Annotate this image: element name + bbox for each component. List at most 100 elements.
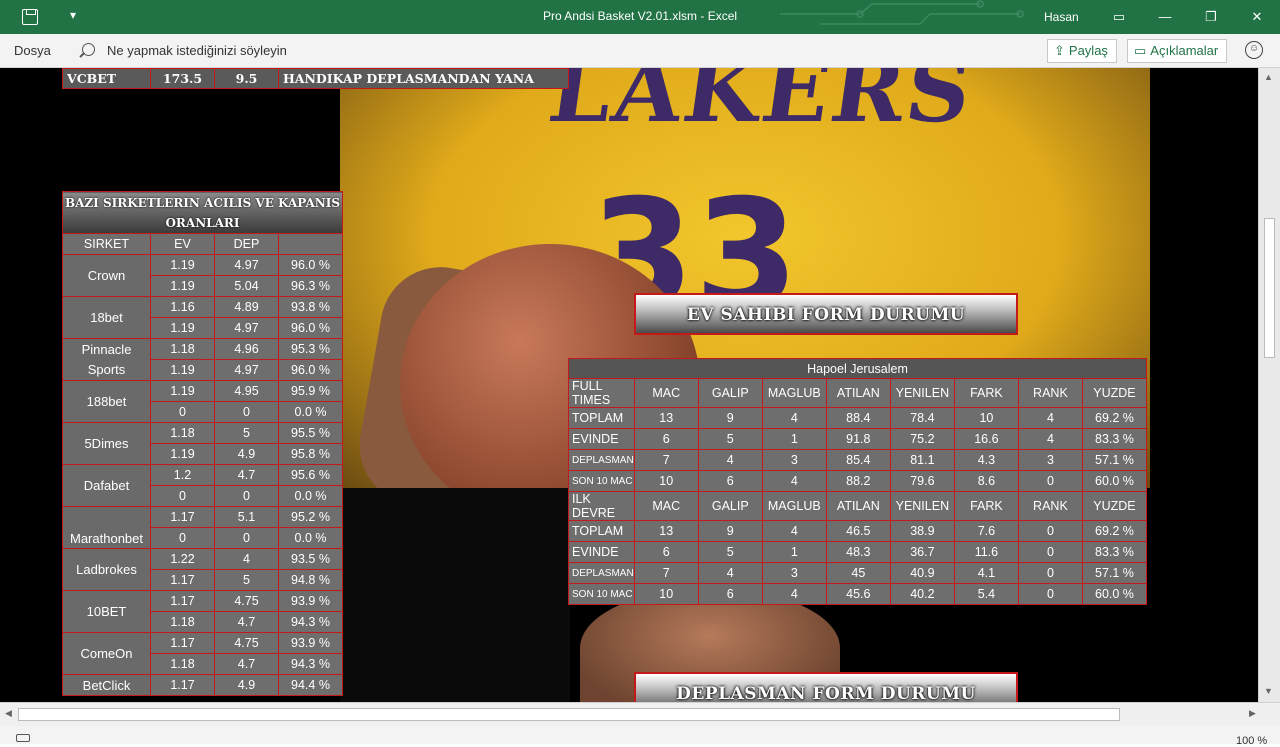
stat-cell[interactable]: 7.6: [953, 520, 1019, 542]
search-icon[interactable]: [82, 43, 95, 56]
company-name-cell[interactable]: BetClick: [62, 674, 151, 696]
odds-cell[interactable]: 1.19: [150, 443, 215, 465]
company-name-cell[interactable]: 188bet: [62, 380, 151, 423]
header-cell[interactable]: YUZDE: [1081, 378, 1148, 408]
odds-cell[interactable]: 0.0 %: [278, 485, 343, 507]
odds-cell[interactable]: 96.0 %: [278, 359, 343, 381]
header-cell[interactable]: FARK: [953, 378, 1019, 408]
maximize-icon[interactable]: ❐: [1200, 6, 1222, 28]
minimize-icon[interactable]: —: [1154, 6, 1176, 28]
odds-cell[interactable]: 1.17: [150, 506, 215, 528]
row-label-cell[interactable]: SON 10 MAC: [568, 470, 635, 492]
macro-recording-icon[interactable]: [16, 734, 30, 742]
home-form-banner[interactable]: EV SAHIBI FORM DURUMU: [634, 293, 1018, 335]
odds-cell[interactable]: 1.19: [150, 380, 215, 402]
tab-file[interactable]: Dosya: [14, 43, 51, 58]
stat-cell[interactable]: 40.9: [889, 562, 955, 584]
odds-cell[interactable]: 5: [214, 422, 279, 444]
odds-cell[interactable]: 1.22: [150, 548, 215, 570]
row-label-cell[interactable]: TOPLAM: [568, 407, 635, 429]
odds-cell[interactable]: 4.95: [214, 380, 279, 402]
odds-cell[interactable]: 1.19: [150, 317, 215, 339]
odds-cell[interactable]: 96.3 %: [278, 275, 343, 297]
stat-cell[interactable]: 3: [1017, 449, 1083, 471]
header-cell[interactable]: GALIP: [697, 378, 763, 408]
stat-cell[interactable]: 1: [761, 541, 827, 563]
odds-cell[interactable]: 94.3 %: [278, 611, 343, 633]
stat-cell[interactable]: 46.5: [825, 520, 891, 542]
stat-cell[interactable]: 5.4: [953, 583, 1019, 605]
top-note-cell[interactable]: HANDIKAP DEPLASMANDAN YANA: [278, 68, 569, 89]
odds-cell[interactable]: 4.7: [214, 653, 279, 675]
company-name-cell[interactable]: 18bet: [62, 296, 151, 339]
stat-cell[interactable]: 88.2: [825, 470, 891, 492]
stat-cell[interactable]: 13: [633, 407, 699, 429]
stat-cell[interactable]: 4: [761, 470, 827, 492]
stat-cell[interactable]: 6: [697, 583, 763, 605]
stat-cell[interactable]: 57.1 %: [1081, 449, 1148, 471]
horizontal-scroll-thumb[interactable]: [18, 708, 1120, 721]
stat-cell[interactable]: 1: [761, 428, 827, 450]
header-cell[interactable]: MAC: [633, 491, 699, 521]
header-cell[interactable]: MAC: [633, 378, 699, 408]
company-name-cell[interactable]: 5Dimes: [62, 422, 151, 465]
stat-cell[interactable]: 8.6: [953, 470, 1019, 492]
odds-cell[interactable]: 0.0 %: [278, 401, 343, 423]
stat-cell[interactable]: 4.3: [953, 449, 1019, 471]
stat-cell[interactable]: 48.3: [825, 541, 891, 563]
company-name-cell[interactable]: 10BET: [62, 590, 151, 633]
odds-cell[interactable]: 0: [214, 485, 279, 507]
zoom-level[interactable]: 100 %: [1236, 735, 1267, 747]
stat-cell[interactable]: 91.8: [825, 428, 891, 450]
odds-cell[interactable]: 94.3 %: [278, 653, 343, 675]
header-cell[interactable]: ATILAN: [825, 491, 891, 521]
header-cell[interactable]: YUZDE: [1081, 491, 1148, 521]
odds-cell[interactable]: 94.4 %: [278, 674, 343, 696]
stat-cell[interactable]: 0: [1017, 470, 1083, 492]
header-cell[interactable]: DEP: [214, 233, 279, 255]
odds-cell[interactable]: 96.0 %: [278, 317, 343, 339]
odds-cell[interactable]: 0.0 %: [278, 527, 343, 549]
stat-cell[interactable]: 4: [761, 583, 827, 605]
user-name[interactable]: Hasan: [1044, 10, 1079, 24]
stat-cell[interactable]: 9: [697, 520, 763, 542]
odds-cell[interactable]: 1.19: [150, 275, 215, 297]
stat-cell[interactable]: 10: [953, 407, 1019, 429]
stat-cell[interactable]: 3: [761, 449, 827, 471]
stat-cell[interactable]: 69.2 %: [1081, 520, 1148, 542]
scroll-up-icon[interactable]: ▲: [1264, 72, 1273, 82]
header-cell[interactable]: FARK: [953, 491, 1019, 521]
stat-cell[interactable]: 3: [761, 562, 827, 584]
stat-cell[interactable]: 36.7: [889, 541, 955, 563]
odds-cell[interactable]: 0: [214, 527, 279, 549]
stat-cell[interactable]: 4: [761, 520, 827, 542]
scroll-left-icon[interactable]: ◀: [5, 708, 12, 719]
row-label-cell[interactable]: EVINDE: [568, 428, 635, 450]
odds-cell[interactable]: 4.7: [214, 464, 279, 486]
scroll-down-icon[interactable]: ▼: [1264, 686, 1273, 696]
header-cell[interactable]: FULL TIMES: [568, 378, 635, 408]
company-name-cell[interactable]: Pinnacle Sports: [62, 338, 151, 381]
odds-cell[interactable]: 0: [214, 401, 279, 423]
odds-cell[interactable]: 4.75: [214, 590, 279, 612]
stat-cell[interactable]: 10: [633, 583, 699, 605]
header-cell[interactable]: YENILEN: [889, 491, 955, 521]
stat-cell[interactable]: 78.4: [889, 407, 955, 429]
feedback-smiley-icon[interactable]: ☺: [1245, 41, 1263, 59]
stat-cell[interactable]: 45: [825, 562, 891, 584]
odds-cell[interactable]: 1.2: [150, 464, 215, 486]
odds-cell[interactable]: 5.04: [214, 275, 279, 297]
odds-cell[interactable]: 4.96: [214, 338, 279, 360]
stat-cell[interactable]: 60.0 %: [1081, 470, 1148, 492]
odds-cell[interactable]: 1.18: [150, 338, 215, 360]
odds-cell[interactable]: 1.17: [150, 590, 215, 612]
header-cell[interactable]: ATILAN: [825, 378, 891, 408]
header-cell[interactable]: RANK: [1017, 491, 1083, 521]
odds-cell[interactable]: 93.9 %: [278, 590, 343, 612]
vertical-scrollbar[interactable]: ▲ ▼: [1258, 68, 1280, 702]
horizontal-scrollbar[interactable]: ◀ ▶: [0, 702, 1280, 726]
stat-cell[interactable]: 6: [633, 541, 699, 563]
header-cell[interactable]: YENILEN: [889, 378, 955, 408]
row-label-cell[interactable]: TOPLAM: [568, 520, 635, 542]
header-cell[interactable]: MAGLUB: [761, 378, 827, 408]
